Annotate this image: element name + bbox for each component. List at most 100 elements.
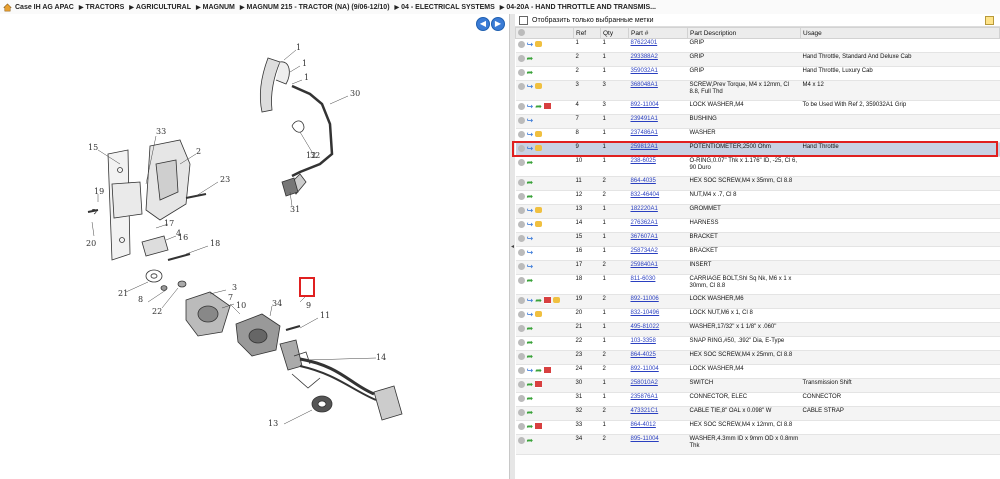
expand-icon[interactable] xyxy=(517,248,525,256)
replacement-arrow-icon[interactable]: ➦ xyxy=(527,380,534,388)
kit-box-icon[interactable] xyxy=(552,297,560,303)
part-number-link[interactable]: 87622401 xyxy=(631,40,658,46)
expand-icon[interactable] xyxy=(517,54,525,62)
replacement-arrow-icon[interactable]: ➦ xyxy=(527,276,534,284)
expand-icon[interactable] xyxy=(517,352,525,360)
info-arrow-icon[interactable]: ↪ xyxy=(527,82,534,90)
info-arrow-icon[interactable]: ↪ xyxy=(527,310,534,318)
info-arrow-icon[interactable]: ↪ xyxy=(527,116,534,124)
expand-icon[interactable] xyxy=(517,178,525,186)
info-arrow-icon[interactable]: ↪ xyxy=(527,40,534,48)
expand-icon[interactable] xyxy=(517,338,525,346)
show-selected-only-checkbox[interactable] xyxy=(519,15,528,25)
part-number-link[interactable]: 235876A1 xyxy=(631,394,658,400)
expand-icon[interactable] xyxy=(517,116,525,124)
expand-icon[interactable] xyxy=(517,130,525,138)
replacement-arrow-icon[interactable]: ➦ xyxy=(527,338,534,346)
breadcrumb-item[interactable]: ▶ 04 - ELECTRICAL SYSTEMS xyxy=(395,4,495,11)
table-row[interactable]: ➦ 2 1 359032A1 GRIP Hand Throttle, Luxury Cab xyxy=(515,66,1000,81)
replacement-arrow-icon[interactable]: ➦ xyxy=(527,324,534,332)
kit-box-icon[interactable] xyxy=(535,221,543,227)
replacement-arrow-icon[interactable]: ➦ xyxy=(527,68,534,76)
part-number-link[interactable]: 259840A1 xyxy=(631,262,658,268)
kit-box-icon[interactable] xyxy=(535,207,543,213)
part-number-link[interactable]: 258010A2 xyxy=(631,380,658,386)
table-row[interactable]: ➦ 2 1 293388A2 GRIP Hand Throttle, Standard A… xyxy=(515,52,1000,67)
table-row[interactable]: ➦ 34 2 895-11004 WASHER,4.3mm ID x 9mm OD x … xyxy=(515,434,1000,455)
table-row[interactable]: ↪ 7 1 239491A1 BUSHING xyxy=(515,114,1000,129)
breadcrumb-item[interactable]: Case IH AG APAC xyxy=(15,4,74,11)
part-number-link[interactable]: 864-4012 xyxy=(631,422,656,428)
replacement-arrow-icon[interactable]: ➦ xyxy=(535,296,542,304)
part-number-link[interactable]: 832-46404 xyxy=(631,192,660,198)
info-arrow-icon[interactable]: ↪ xyxy=(527,234,534,242)
info-arrow-icon[interactable]: ↪ xyxy=(527,296,534,304)
breadcrumb-item[interactable]: ▶ 04-20A - HAND THROTTLE AND TRANSMIS... xyxy=(500,4,656,11)
replacement-arrow-icon[interactable]: ➦ xyxy=(527,422,534,430)
expand-icon[interactable] xyxy=(517,68,525,76)
kit-box-icon[interactable] xyxy=(535,41,543,47)
expand-icon[interactable] xyxy=(517,220,525,228)
part-number-link[interactable]: 359032A1 xyxy=(631,68,658,74)
expand-icon[interactable] xyxy=(517,276,525,284)
breadcrumb-item[interactable]: ▶ AGRICULTURAL xyxy=(129,4,191,11)
replacement-arrow-icon[interactable]: ➦ xyxy=(535,102,542,110)
table-row[interactable]: ↪ 14 1 276362A1 HARNESS xyxy=(515,218,1000,233)
table-row[interactable]: ➦ 23 2 864-4025 HEX SOC SCREW,M4 x 25mm, Cl … xyxy=(515,350,1000,365)
expand-icon[interactable] xyxy=(517,262,525,270)
table-row[interactable]: ↪ 3 3 368048A1 SCREW,Prev Torque, M4 x 12mm,… xyxy=(515,80,1000,101)
expand-icon[interactable] xyxy=(517,394,525,402)
part-number-link[interactable]: 237486A1 xyxy=(631,130,658,136)
expand-icon[interactable] xyxy=(517,366,525,374)
expand-icon[interactable] xyxy=(517,158,525,166)
part-number-link[interactable]: 811-6030 xyxy=(631,276,656,282)
table-row[interactable]: ➦ 22 1 103-3358 SNAP RING,#50, .392" Dia, E-… xyxy=(515,336,1000,351)
replacement-arrow-icon[interactable]: ➦ xyxy=(527,408,534,416)
part-number-link[interactable]: 892-11004 xyxy=(631,366,659,372)
part-number-link[interactable]: 293388A2 xyxy=(631,54,658,60)
part-number-link[interactable]: 895-11004 xyxy=(631,436,659,442)
breadcrumb-item[interactable]: ▶ TRACTORS xyxy=(79,4,124,11)
table-row[interactable]: ↪ 17 2 259840A1 INSERT xyxy=(515,260,1000,275)
header-description[interactable]: Part Description xyxy=(687,27,801,39)
header-part-number[interactable]: Part # xyxy=(628,27,688,39)
table-row[interactable]: ↪ 15 1 367607A1 BRACKET xyxy=(515,232,1000,247)
replacement-arrow-icon[interactable]: ➦ xyxy=(527,436,534,444)
table-row[interactable]: ↪ 13 1 182220A1 GROMMET xyxy=(515,204,1000,219)
header-ref[interactable]: Ref xyxy=(573,27,601,39)
table-row[interactable]: ➦ 30 1 258010A2 SWITCH Transmission Shift xyxy=(515,378,1000,393)
table-row[interactable]: ➦ 31 1 235876A1 CONNECTOR, ELEC CONNECTOR xyxy=(515,392,1000,407)
expand-icon[interactable] xyxy=(517,408,525,416)
note-list-icon[interactable] xyxy=(535,422,543,430)
part-number-link[interactable]: 473321C1 xyxy=(631,408,659,414)
info-arrow-icon[interactable]: ↪ xyxy=(527,262,534,270)
part-number-link[interactable]: 239491A1 xyxy=(631,116,658,122)
part-number-link[interactable]: 892-11004 xyxy=(631,102,659,108)
replacement-arrow-icon[interactable]: ➦ xyxy=(527,394,534,402)
table-row[interactable]: ➦ 12 2 832-46404 NUT,M4 x .7, Cl 8 xyxy=(515,190,1000,205)
expand-icon[interactable] xyxy=(517,324,525,332)
expand-icon[interactable] xyxy=(517,206,525,214)
header-qty[interactable]: Qty xyxy=(600,27,629,39)
info-arrow-icon[interactable]: ↪ xyxy=(527,206,534,214)
expand-icon[interactable] xyxy=(517,310,525,318)
header-usage[interactable]: Usage xyxy=(800,27,1000,39)
note-list-icon[interactable] xyxy=(543,366,551,374)
part-number-link[interactable]: 276362A1 xyxy=(631,220,658,226)
expand-icon[interactable] xyxy=(517,296,525,304)
table-row[interactable]: ↪ 16 1 258734A2 BRACKET xyxy=(515,246,1000,261)
info-arrow-icon[interactable]: ↪ xyxy=(527,248,534,256)
info-arrow-icon[interactable]: ↪ xyxy=(527,366,534,374)
table-row[interactable]: ↪ ➦ 19 2 892-11006 LOCK WASHER,M6 xyxy=(515,294,1000,309)
info-arrow-icon[interactable]: ↪ xyxy=(527,220,534,228)
part-number-link[interactable]: 864-4035 xyxy=(631,178,656,184)
table-row[interactable]: ➦ 21 1 495-81022 WASHER,17/32" x 1 1/8" x .0… xyxy=(515,322,1000,337)
table-row[interactable]: ↪ 1 1 87622401 GRIP xyxy=(515,38,1000,53)
expand-icon[interactable] xyxy=(517,102,525,110)
part-number-link[interactable]: 258734A2 xyxy=(631,248,658,254)
export-icon[interactable] xyxy=(985,15,994,25)
part-number-link[interactable]: 103-3358 xyxy=(631,338,656,344)
table-row[interactable]: ➦ 18 1 811-6030 CARRIAGE BOLT,Shl Sq Nk, M6 … xyxy=(515,274,1000,295)
home-icon[interactable] xyxy=(3,3,12,12)
part-number-link[interactable]: 892-11006 xyxy=(631,296,659,302)
